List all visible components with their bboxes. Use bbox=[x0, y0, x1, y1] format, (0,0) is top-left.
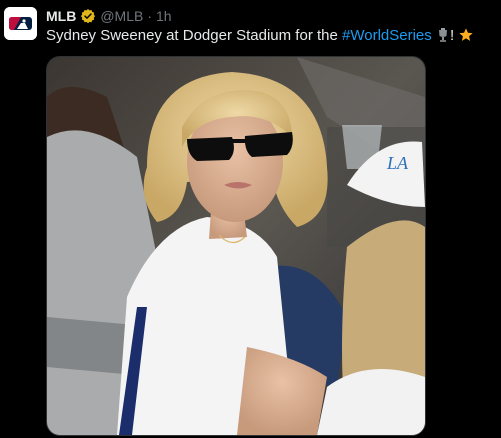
tweet-photo[interactable]: LA bbox=[46, 56, 426, 436]
tweet-header: MLB @MLB · 1h bbox=[46, 7, 172, 25]
tweet[interactable]: MLB @MLB · 1h Sydney Sweeney at Dodger S… bbox=[0, 0, 501, 438]
tweet-timestamp[interactable]: 1h bbox=[156, 7, 172, 25]
separator-dot: · bbox=[147, 8, 152, 24]
hashtag-link[interactable]: #WorldSeries bbox=[342, 27, 432, 44]
author-name[interactable]: MLB bbox=[46, 7, 76, 25]
tweet-text-body: Sydney Sweeney at Dodger Stadium for the bbox=[46, 27, 343, 44]
author-handle[interactable]: @MLB bbox=[100, 7, 143, 25]
tweet-text-end: ! bbox=[449, 27, 455, 44]
photo: LA bbox=[47, 57, 425, 435]
star-icon bbox=[458, 27, 473, 43]
mlb-logo-icon[interactable] bbox=[4, 7, 37, 40]
trophy-icon bbox=[436, 27, 450, 43]
gold-verified-badge-icon bbox=[80, 8, 96, 24]
svg-text:LA: LA bbox=[386, 153, 409, 173]
tweet-text: Sydney Sweeney at Dodger Stadium for the… bbox=[46, 26, 496, 46]
